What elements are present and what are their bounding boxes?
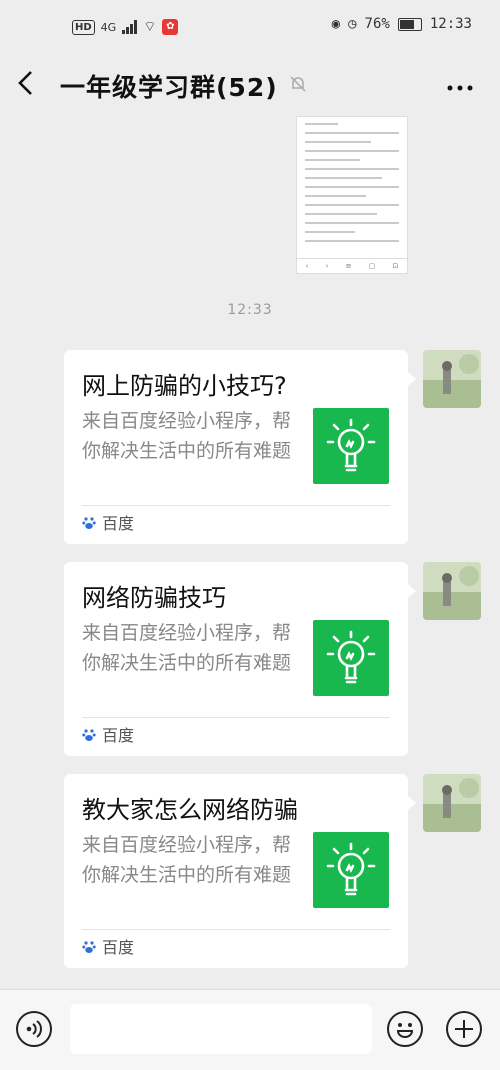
battery-percent: 76%	[364, 16, 390, 32]
card-source-label: 百度	[102, 726, 135, 745]
baidu-paw-icon	[82, 939, 96, 953]
card-title: 网上防骗的小技巧?	[82, 372, 287, 400]
link-card[interactable]: 网上防骗的小技巧? 来自百度经验小程序，帮你解决生活中的所有难题 百度	[64, 350, 416, 544]
baidu-paw-icon	[82, 515, 96, 529]
link-card[interactable]: 教大家怎么网络防骗 来自百度经验小程序，帮你解决生活中的所有难题 百度	[64, 774, 416, 968]
bell-off-icon	[288, 74, 310, 96]
card-divider	[82, 505, 390, 506]
card-source: 百度	[82, 722, 134, 746]
card-source-label: 百度	[102, 514, 135, 533]
card-source-label: 百度	[102, 938, 135, 957]
card-title: 网络防骗技巧	[82, 584, 226, 612]
plus-icon[interactable]	[446, 1011, 482, 1047]
hd-icon: HD	[72, 19, 95, 35]
link-card[interactable]: 网络防骗技巧 来自百度经验小程序，帮你解决生活中的所有难题 百度	[64, 562, 416, 756]
lightbulb-icon	[313, 620, 389, 696]
card-source: 百度	[82, 934, 134, 958]
clock-time: 12:33	[429, 16, 472, 32]
image-preview-toolbar: ‹ › ≡ ▢ ⊡	[297, 258, 407, 273]
lightbulb-icon	[313, 408, 389, 484]
eye-icon: ◉	[331, 16, 341, 32]
more-dots-icon[interactable]	[446, 70, 474, 100]
emoji-icon[interactable]	[387, 1011, 423, 1047]
card-description: 来自百度经验小程序，帮你解决生活中的所有难题	[82, 834, 292, 886]
group-title: 一年级学习群(52)	[60, 73, 278, 102]
card-source: 百度	[82, 510, 134, 534]
card-title: 教大家怎么网络防骗	[82, 796, 298, 824]
card-divider	[82, 929, 390, 930]
voice-icon[interactable]	[16, 1011, 52, 1047]
avatar[interactable]	[423, 562, 481, 620]
signal-icon	[122, 20, 138, 34]
chat-timestamp: 12:33	[227, 302, 273, 318]
wifi-icon: ⌔	[143, 19, 157, 35]
app-notification-icon: ✿	[162, 19, 179, 35]
input-bar	[0, 989, 500, 1070]
card-divider	[82, 717, 390, 718]
chat-header: 一年级学习群(52)	[0, 56, 500, 112]
avatar[interactable]	[423, 774, 481, 832]
avatar[interactable]	[423, 350, 481, 408]
status-left: HD 4G ⌔ ✿	[72, 18, 179, 36]
image-message[interactable]: ‹ › ≡ ▢ ⊡	[296, 116, 408, 274]
status-right: ◉ ◷ 76% 12:33	[332, 16, 472, 32]
status-bar: HD 4G ⌔ ✿ ◉ ◷ 76% 12:33	[0, 0, 500, 56]
lightbulb-icon	[313, 832, 389, 908]
battery-icon	[397, 17, 422, 31]
card-description: 来自百度经验小程序，帮你解决生活中的所有难题	[82, 410, 292, 462]
card-description: 来自百度经验小程序，帮你解决生活中的所有难题	[82, 622, 292, 674]
baidu-paw-icon	[82, 727, 96, 741]
alarm-icon: ◷	[348, 16, 357, 32]
network-label: 4G	[100, 20, 117, 34]
message-input[interactable]	[70, 1004, 372, 1054]
chevron-left-icon[interactable]	[16, 68, 44, 100]
